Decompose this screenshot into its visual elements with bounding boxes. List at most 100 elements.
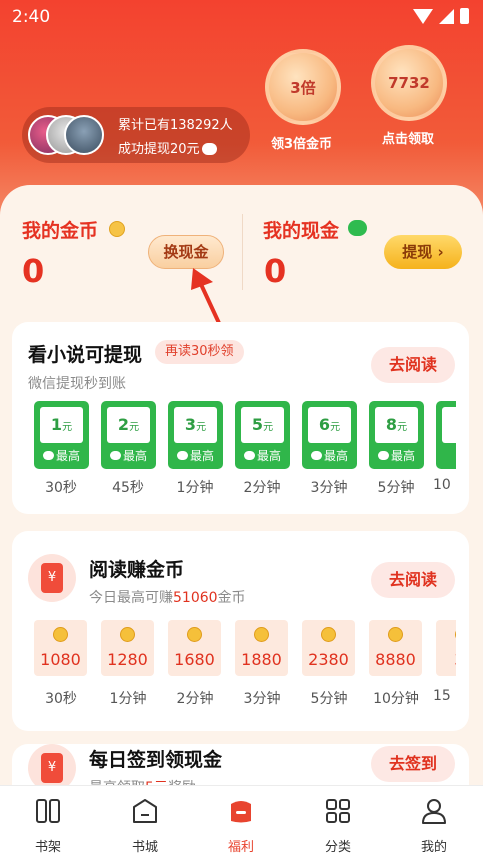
coin-tile[interactable]: 1080 [34, 620, 87, 676]
status-bar: 2:40 [0, 0, 483, 34]
coin-icon [321, 627, 336, 642]
withdraw-tile-foot: 最高 [371, 447, 422, 464]
status-icons [413, 8, 469, 24]
battery-icon [460, 8, 469, 24]
exchange-cash-button[interactable]: 换现金 [148, 235, 224, 269]
coin-tile-time: 15 [433, 688, 451, 704]
withdraw-tiles-row: 1元 最高 30秒 2元 最高 45秒 3元 最高 1分钟 5元 最高 2分钟 … [12, 395, 456, 505]
claim-coin-bubble[interactable]: 7732 [371, 45, 447, 121]
coin-tile-time: 1分钟 [109, 691, 147, 707]
go-read-coins-button[interactable]: 去阅读 [371, 562, 455, 598]
withdraw-tile-time: 10 [433, 477, 451, 493]
withdraw-tile-amount: 8元 [375, 407, 418, 443]
tab-label: 书架 [34, 840, 61, 855]
go-signin-button[interactable]: 去签到 [371, 746, 455, 782]
withdraw-tile-time: 30秒 [45, 480, 77, 496]
withdraw-tile-amount: 1元 [40, 407, 83, 443]
social-proof-withdraw-text: 成功提现20元 [118, 142, 200, 157]
withdraw-tile-time: 3分钟 [310, 480, 348, 496]
coin-tile-value: 8880 [375, 650, 416, 669]
bookstore-icon [133, 799, 157, 823]
withdraw-social-proof: 累计已有138292人 成功提现20元 [22, 107, 250, 163]
red-envelope-icon: ¥ [41, 563, 63, 593]
wechat-icon [377, 451, 389, 460]
coin-tile[interactable]: 1880 [235, 620, 288, 676]
withdraw-tile[interactable]: 2元 最高 [101, 401, 156, 469]
tab-label: 书城 [131, 840, 158, 855]
withdraw-tile[interactable]: 3元 最高 [168, 401, 223, 469]
coin-tile[interactable]: 1280 [101, 620, 154, 676]
claim-coin-caption[interactable]: 点击领取 [382, 128, 434, 147]
withdraw-tile-foot: 最高 [237, 447, 288, 464]
my-coins-value: 0 [22, 252, 45, 290]
withdraw-tile-foot: 最高 [103, 447, 154, 464]
coin-icon [187, 627, 202, 642]
withdraw-tile-amount: 3元 [174, 407, 217, 443]
tab-welfare[interactable]: 福利 [193, 786, 289, 859]
welfare-icon [231, 801, 251, 823]
coin-tile[interactable]: 3( [436, 620, 456, 676]
withdraw-tile[interactable]: 1元 最高 [34, 401, 89, 469]
tab-label: 我的 [420, 840, 447, 855]
coin-tile-time: 5分钟 [310, 691, 348, 707]
withdraw-tile[interactable]: 5元 最高 [235, 401, 290, 469]
novel-card-subtitle: 微信提现秒到账 [28, 376, 126, 392]
withdraw-tile-time: 45秒 [112, 480, 144, 496]
coin-tile-value: 2380 [308, 650, 349, 669]
withdraw-tile-amount: 1 [442, 407, 456, 443]
tab-category[interactable]: 分类 [290, 786, 386, 859]
withdraw-tile[interactable]: 6元 最高 [302, 401, 357, 469]
tab-profile[interactable]: 我的 [386, 786, 482, 859]
withdraw-tile[interactable]: 1 [436, 401, 456, 469]
coin-tile[interactable]: 1680 [168, 620, 221, 676]
wifi-icon [413, 8, 433, 24]
coin-tile-value: 1080 [40, 650, 81, 669]
tab-label: 分类 [324, 840, 351, 855]
withdraw-button[interactable]: 提现 › [384, 235, 462, 269]
coin-tiles-row: 1080 30秒 1280 1分钟 1680 2分钟 1880 3分钟 2380… [12, 615, 456, 715]
go-read-button[interactable]: 去阅读 [371, 347, 455, 383]
tab-bookstore[interactable]: 书城 [97, 786, 193, 859]
bottom-tab-bar: 书架 书城 福利 分类 我的 [0, 785, 483, 859]
coin-tile-value: 1680 [174, 650, 215, 669]
withdraw-tile-foot: 最高 [304, 447, 355, 464]
coin-tile[interactable]: 2380 [302, 620, 355, 676]
status-time: 2:40 [12, 7, 51, 27]
withdraw-tile-amount: 6元 [308, 407, 351, 443]
coin-tile-value: 1280 [107, 650, 148, 669]
coin-icon [53, 627, 68, 642]
wechat-icon [348, 220, 367, 236]
tab-bookshelf[interactable]: 书架 [0, 786, 96, 859]
wechat-icon [176, 451, 188, 460]
coin-tile-value: 1880 [241, 650, 282, 669]
coin-icon [254, 627, 269, 642]
coin-tile-time: 30秒 [45, 691, 77, 707]
withdraw-tile-amount: 2元 [107, 407, 150, 443]
withdraw-tile-time: 2分钟 [243, 480, 281, 496]
coin-icon [388, 627, 403, 642]
wechat-icon [243, 451, 255, 460]
red-envelope-icon: ¥ [41, 753, 63, 783]
social-proof-count: 累计已有138292人 [118, 118, 233, 133]
coin-icon [455, 627, 456, 642]
withdraw-tile-foot: 最高 [36, 447, 87, 464]
coin-tile-time: 3分钟 [243, 691, 281, 707]
category-icon [326, 799, 350, 823]
read-card-title: 阅读赚金币 [89, 559, 185, 581]
wallet-divider [242, 214, 243, 290]
coin-tile-time: 10分钟 [373, 691, 419, 707]
wechat-icon [42, 451, 54, 460]
my-coins-label: 我的金币 [22, 220, 99, 242]
withdraw-tile[interactable]: 8元 最高 [369, 401, 424, 469]
coin-tile[interactable]: 8880 [369, 620, 422, 676]
tab-label: 福利 [227, 840, 254, 855]
withdraw-tile-time: 1分钟 [176, 480, 214, 496]
wechat-icon [201, 142, 217, 155]
bookshelf-icon [36, 799, 60, 823]
triple-coin-caption[interactable]: 领3倍金币 [271, 133, 332, 152]
coin-icon [120, 627, 135, 642]
triple-coin-bubble[interactable]: 3倍 [265, 49, 341, 125]
avatar [64, 115, 104, 155]
read-card-icon-wrap: ¥ [28, 554, 76, 602]
read-card-subtitle: 今日最高可赚51060金币 [89, 590, 246, 606]
